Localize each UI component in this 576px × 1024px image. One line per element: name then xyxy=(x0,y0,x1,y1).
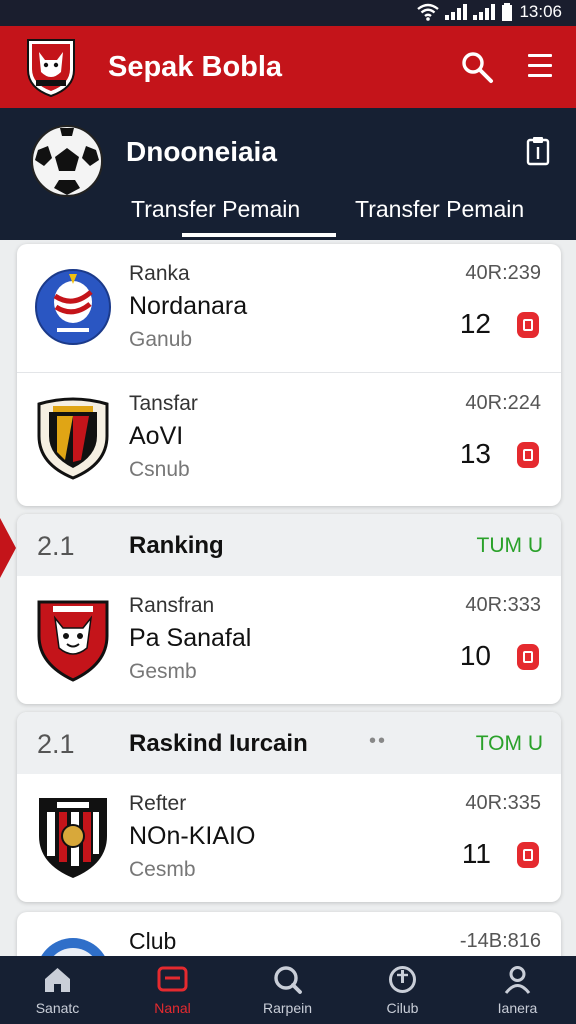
black-striped-crest-icon xyxy=(39,798,107,878)
nav-item-profile[interactable]: Ianera xyxy=(460,956,575,1024)
club-name: AoVI xyxy=(129,422,184,450)
divider xyxy=(17,372,561,373)
section-number: 2.1 xyxy=(37,531,75,561)
row-meta: 40R:335 xyxy=(465,792,541,814)
battery-icon xyxy=(502,3,513,21)
search-icon xyxy=(274,966,302,994)
red-shield-crest-icon xyxy=(37,600,109,682)
club-name: NOn-KIAIO xyxy=(129,822,256,850)
nav-item-news[interactable]: Nanal xyxy=(115,956,230,1024)
red-card-icon[interactable] xyxy=(515,642,541,672)
red-card-icon[interactable] xyxy=(515,840,541,870)
league-title: Dnooneiaia xyxy=(126,136,277,167)
nav-item-club[interactable]: Cilub xyxy=(345,956,460,1024)
row-label: Tansfar xyxy=(129,392,198,415)
section-dots: •• xyxy=(369,730,388,752)
bottom-navigation: Sanatc Nanal Rarpein Cilub Ianera xyxy=(0,956,576,1024)
tab-transfer-pemain[interactable]: Transfer Pemain xyxy=(131,196,300,223)
row-meta: 40R:224 xyxy=(465,392,541,414)
globe-crest-icon xyxy=(35,269,111,345)
row-subtitle: Gesmb xyxy=(129,660,197,683)
clipboard-icon[interactable] xyxy=(526,136,550,166)
home-icon xyxy=(45,968,70,992)
list-item[interactable]: Ransfran Pa Sanafal Gesmb 40R:333 10 xyxy=(17,576,561,704)
club-name: Pa Sanafal xyxy=(129,624,252,652)
side-indicator-arrow xyxy=(0,518,16,578)
profile-icon xyxy=(504,966,531,994)
soccer-ball-icon xyxy=(31,125,103,197)
row-label: Ranka xyxy=(129,262,190,285)
list-item[interactable]: Tansfar AoVI Csnub 40R:224 13 xyxy=(17,374,561,504)
red-card-icon[interactable] xyxy=(515,440,541,470)
news-icon xyxy=(157,966,188,992)
nav-label: Rarpein xyxy=(262,1000,313,1016)
red-card-icon[interactable] xyxy=(515,310,541,340)
section-number: 2.1 xyxy=(37,729,75,759)
app-bar: Sepak Bobla xyxy=(0,26,576,108)
club-logo-icon[interactable] xyxy=(24,36,78,98)
row-meta: -14B:816 xyxy=(459,930,541,952)
status-bar: 13:06 xyxy=(0,0,576,26)
row-subtitle: Csnub xyxy=(129,458,190,481)
section-tag[interactable]: TUM U xyxy=(477,534,544,558)
section-header[interactable]: 2.1 Raskind Iurcain •• TOM U xyxy=(17,712,561,774)
row-subtitle: Cesmb xyxy=(129,858,196,881)
row-label: Refter xyxy=(129,792,187,815)
row-number: 11 xyxy=(461,838,491,869)
nav-label: Sanatc xyxy=(35,1000,80,1016)
signal-icon xyxy=(445,4,468,20)
row-meta: 40R:239 xyxy=(465,262,541,284)
section-tag[interactable]: TOM U xyxy=(476,732,543,756)
app-title: Sepak Bobla xyxy=(108,51,283,83)
list-item[interactable]: Refter NOn-KIAIO Cesmb 40R:335 11 xyxy=(17,774,561,902)
row-meta: 40R:333 xyxy=(465,594,541,616)
nav-item-home[interactable]: Sanatc xyxy=(0,956,115,1024)
nav-label: Ianera xyxy=(497,1000,538,1016)
tab-transfer-pemain-2[interactable]: Transfer Pemain xyxy=(355,196,524,223)
signal-icon-2 xyxy=(473,4,496,20)
league-header: Dnooneiaia Transfer Pemain Transfer Pema… xyxy=(0,108,576,240)
transfer-card: Ranka Nordanara Ganub 40R:239 12 Tansfar… xyxy=(17,244,561,506)
menu-icon[interactable] xyxy=(528,54,552,78)
section-title: Raskind Iurcain xyxy=(129,730,308,757)
row-number: 12 xyxy=(459,308,491,339)
row-label: Club xyxy=(129,928,177,954)
list-item[interactable]: Ranka Nordanara Ganub 40R:239 12 xyxy=(17,244,561,374)
wifi-icon xyxy=(417,3,440,21)
section-header[interactable]: 2.1 Ranking TUM U xyxy=(17,514,561,576)
search-icon[interactable] xyxy=(460,50,494,84)
nav-label: Nanal xyxy=(154,1000,191,1016)
row-label: Ransfran xyxy=(129,594,215,617)
ranking-card: 2.1 Ranking TUM U Ransfran Pa Sanafal Ge… xyxy=(17,514,561,704)
ranking-card: 2.1 Raskind Iurcain •• TOM U Refter NOn-… xyxy=(17,712,561,902)
row-number: 13 xyxy=(459,438,491,469)
section-title: Ranking xyxy=(129,532,224,559)
club-name: Nordanara xyxy=(129,292,248,320)
nav-item-search[interactable]: Rarpein xyxy=(230,956,345,1024)
striped-shield-crest-icon xyxy=(37,397,109,480)
status-time: 13:06 xyxy=(519,2,562,21)
status-icons: 13:06 xyxy=(417,2,562,22)
nav-label: Cilub xyxy=(386,1000,419,1016)
club-icon xyxy=(389,966,416,993)
active-tab-indicator xyxy=(182,233,336,237)
row-subtitle: Ganub xyxy=(129,328,193,351)
row-number: 10 xyxy=(459,640,491,671)
